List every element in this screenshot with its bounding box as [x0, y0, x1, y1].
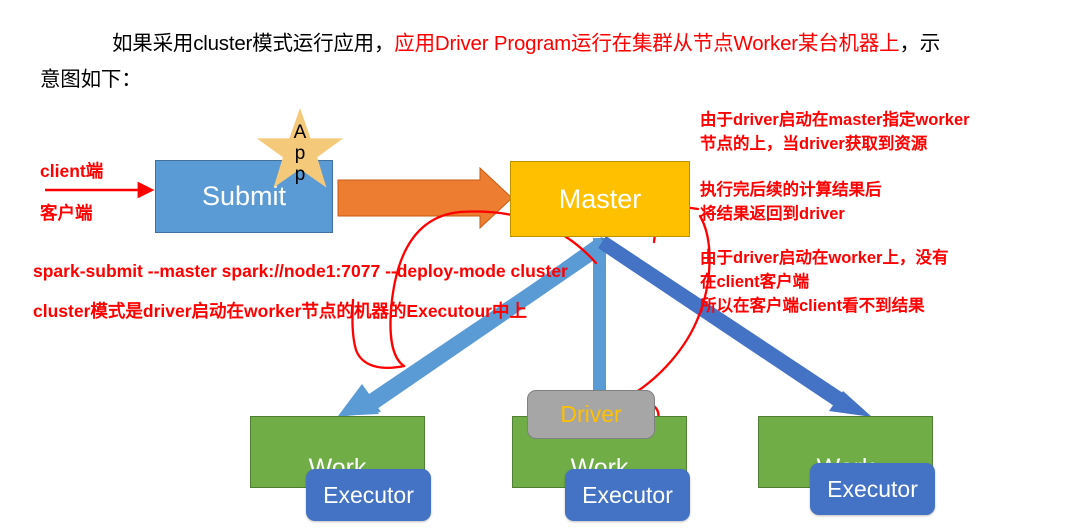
- paragraph-line2: 意图如下：: [40, 68, 142, 91]
- submit-to-master-arrow: [337, 166, 513, 230]
- app-star-letters: A p p: [255, 108, 345, 196]
- master-label: Master: [558, 183, 642, 214]
- red-curve-driver-pointer: [628, 214, 711, 398]
- executor-box-1[interactable]: Executor: [306, 469, 431, 521]
- master-box[interactable]: Master: [510, 161, 690, 237]
- executor-label-1: Executor: [323, 481, 414, 508]
- client-annotation: client端: [40, 161, 104, 181]
- master-to-worker2-arrow: [593, 238, 606, 390]
- paragraph-line1-red: 应用Driver Program运行在集群从节点Worker某台机器上: [394, 32, 900, 55]
- paragraph-line1-black-b: ，示: [899, 32, 941, 55]
- spark-submit-command: spark-submit --master spark://node1:7077…: [33, 261, 568, 281]
- executor-label-3: Executor: [827, 475, 918, 502]
- executor-box-3[interactable]: Executor: [810, 463, 935, 515]
- driver-label: Driver: [560, 401, 622, 427]
- star-letter-1: A: [293, 121, 307, 143]
- executor-box-2[interactable]: Executor: [565, 469, 690, 521]
- page-title: 如果采用cluster模式运行应用，应用Driver Program运行在集群从…: [0, 26, 1077, 98]
- note-result-to-driver: 执行完后续的计算结果后 将结果返回到driver: [700, 181, 882, 223]
- star-letter-3: p: [294, 163, 306, 185]
- executor-label-2: Executor: [582, 481, 673, 508]
- paragraph-line1-black-a: 如果采用cluster模式运行应用，: [112, 32, 395, 55]
- note-client-no-result: 由于driver启动在worker上，没有 在client客户端 所以在客户端c…: [700, 249, 949, 315]
- note-driver-on-master: 由于driver启动在master指定worker 节点的上，当driver获取…: [700, 111, 970, 153]
- driver-box[interactable]: Driver: [527, 390, 655, 439]
- customer-annotation: 客户端: [40, 203, 93, 223]
- star-letter-2: p: [294, 142, 306, 164]
- app-star: A p p: [255, 108, 345, 196]
- cluster-mode-explanation: cluster模式是driver启动在worker节点的机器的Executour…: [33, 301, 527, 321]
